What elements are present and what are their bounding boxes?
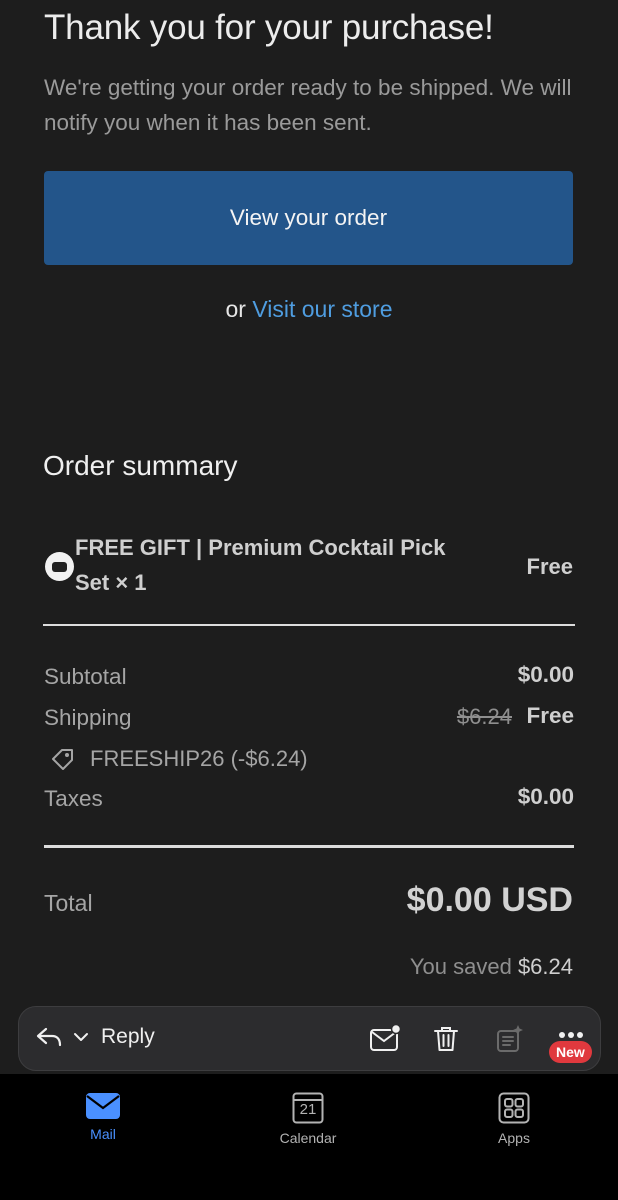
shipping-original-price: $6.24 [456,704,512,729]
ellipsis-icon [559,1032,583,1038]
shipping-label: Shipping [44,705,132,730]
calendar-icon: 21 [292,1092,324,1124]
reply-button[interactable]: Reply [35,1023,155,1051]
shipping-value: Free [526,703,574,728]
delete-button[interactable] [430,1023,462,1055]
calendar-day: 21 [299,1101,317,1118]
new-badge: New [549,1041,592,1063]
total-value: $0.00 USD [406,881,573,919]
message-toolbar: Reply New [18,1006,601,1071]
trash-icon [434,1027,458,1051]
tag-icon [52,749,73,770]
divider [43,624,575,626]
tab-calendar-label: Calendar [279,1130,337,1146]
subtotal-value: $0.00 [517,662,574,687]
tab-apps[interactable]: Apps [454,1092,574,1146]
email-screen: Thank you for your purchase! We're getti… [0,0,618,1200]
alt-prefix: or [225,296,246,322]
tab-calendar[interactable]: 21 Calendar [248,1092,368,1146]
savings-amount: $6.24 [517,954,573,979]
divider [44,845,574,848]
mark-unread-button[interactable] [369,1023,401,1055]
email-title: Thank you for your purchase! [44,8,494,47]
tab-mail[interactable]: Mail [43,1092,163,1142]
visit-store-link[interactable]: Visit our store [252,296,392,322]
subtotal-label: Subtotal [44,664,127,689]
view-order-button-label: View your order [229,205,388,230]
savings-text: You saved $6.24 [410,954,573,980]
mail-icon [86,1093,120,1119]
email-subtitle: We're getting your order ready to be shi… [44,75,572,135]
taxes-value: $0.00 [517,784,574,809]
visit-store-line: or Visit our store [0,296,618,323]
view-order-button[interactable]: View your order [44,171,573,265]
apps-icon [498,1092,530,1124]
total-label: Total [44,890,93,916]
bottom-tab-bar: Mail 21 Calendar Apps [0,1074,618,1200]
tab-apps-label: Apps [498,1130,530,1146]
ai-summary-button[interactable] [493,1023,525,1055]
tab-mail-label: Mail [90,1126,116,1142]
chevron-down-icon[interactable] [71,1027,91,1047]
reply-icon [36,1027,62,1047]
line-item-name: FREE GIFT | Premium Cocktail Pick Set × … [75,535,446,595]
reply-label: Reply [101,1025,155,1048]
order-summary-heading: Order summary [43,450,238,481]
discount-code-text: FREESHIP26 (-$6.24) [90,746,308,771]
savings-prefix: You saved [409,954,512,979]
summary-sparkle-icon [497,1025,523,1052]
discount-code: FREESHIP26 (-$6.24) [50,746,308,772]
envelope-icon [370,1024,401,1051]
product-thumbnail [45,552,74,581]
taxes-label: Taxes [44,786,103,811]
line-item-price: Free [526,554,573,579]
